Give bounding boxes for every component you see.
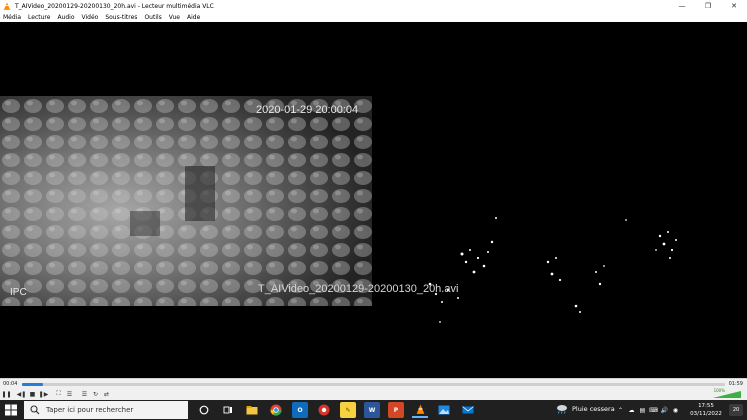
menu-subtitles[interactable]: Sous-titres	[105, 14, 137, 21]
playback-controls: 00:04 01:59 ❚❚ ◀❚ ■ ❚▶ ⛶ ☰ ☰ ↻ ⇄ 100%	[0, 378, 747, 400]
maximize-button[interactable]: ❐	[695, 0, 721, 12]
notification-center-button[interactable]: 20	[729, 404, 743, 416]
windows-start-icon[interactable]	[4, 404, 18, 416]
menu-bar: Média Lecture Audio Vidéo Sous-titres Ou…	[0, 12, 747, 22]
shuffle-icon: ⇄	[103, 390, 110, 398]
filename-overlay: T_AIVideo_20200129-20200130_20h.avi	[258, 283, 459, 295]
vlc-taskbar-icon[interactable]	[412, 402, 428, 418]
task-view-icon[interactable]	[220, 402, 236, 418]
powerpoint-icon[interactable]: P	[388, 402, 404, 418]
window-controls: — ❐ ✕	[669, 0, 747, 12]
stop-icon: ■	[29, 390, 36, 398]
fullscreen-button[interactable]: ⛶	[54, 390, 63, 399]
close-button[interactable]: ✕	[721, 0, 747, 12]
taskbar-apps: O ✎ W P	[196, 402, 484, 418]
pause-button[interactable]: ❚❚	[1, 390, 12, 399]
close-icon: ✕	[731, 2, 737, 10]
weather-widget[interactable]: Pluie cessera	[556, 404, 615, 414]
menu-help[interactable]: Aide	[187, 14, 200, 21]
speaker-icon[interactable]: 🔊	[660, 405, 669, 415]
rain-cloud-icon	[557, 405, 567, 414]
minimize-icon: —	[678, 2, 686, 10]
total-time: 01:59	[728, 381, 743, 387]
weather-text: Pluie cessera	[572, 405, 615, 413]
red-app-icon[interactable]	[316, 402, 332, 418]
notification-count: 20	[732, 407, 740, 413]
seek-progress	[22, 383, 44, 386]
chrome-icon[interactable]	[268, 402, 284, 418]
menu-tools[interactable]: Outils	[144, 14, 161, 21]
taskbar: Taper ici pour rechercher O ✎ W P Pluie …	[0, 400, 747, 420]
stop-button[interactable]: ■	[28, 390, 37, 399]
loop-icon: ↻	[92, 390, 99, 398]
word-icon[interactable]: W	[364, 402, 380, 418]
title-bar: T_AIVideo_20200129-20200130_20h.avi - Le…	[0, 0, 747, 12]
next-icon: ❚▶	[38, 390, 49, 398]
equalizer-icon: ☰	[66, 390, 73, 398]
window-title: T_AIVideo_20200129-20200130_20h.avi - Le…	[15, 2, 214, 10]
system-tray: ⌃ ☁ ▤ ⌨ 🔊 ◉	[616, 405, 682, 415]
search-placeholder: Taper ici pour rechercher	[46, 406, 134, 414]
clock-date: 03/11/2022	[690, 411, 722, 417]
previous-button[interactable]: ◀❚	[16, 390, 27, 399]
elapsed-time: 00:04	[3, 381, 18, 387]
taskbar-clock[interactable]: 17:55 03/11/2022	[686, 402, 726, 418]
vlc-cone-icon	[3, 2, 11, 10]
playlist-button[interactable]: ☰	[80, 390, 89, 399]
menu-media[interactable]: Média	[3, 14, 21, 21]
taskbar-search-box[interactable]: Taper ici pour rechercher	[24, 401, 188, 419]
seek-bar[interactable]	[22, 383, 725, 386]
network-icon[interactable]: ▤	[638, 405, 647, 415]
chevron-up-icon[interactable]: ⌃	[616, 405, 625, 415]
wifi-icon[interactable]: ◉	[671, 405, 680, 415]
playlist-icon: ☰	[81, 390, 88, 398]
pause-icon: ❚❚	[1, 390, 12, 398]
fullscreen-icon: ⛶	[56, 390, 61, 397]
outlook-icon[interactable]: O	[292, 402, 308, 418]
cloud-icon[interactable]: ☁	[627, 405, 636, 415]
extended-settings-button[interactable]: ☰	[65, 390, 74, 399]
cortana-icon[interactable]	[196, 402, 212, 418]
motion-specks	[428, 217, 677, 323]
menu-audio[interactable]: Audio	[57, 14, 74, 21]
photos-icon[interactable]	[436, 402, 452, 418]
clock-time: 17:55	[698, 403, 714, 409]
video-display[interactable]: 2020-01-29 20:00:04 IPC T_AIVideo_202001…	[0, 22, 747, 378]
sticky-notes-icon[interactable]: ✎	[340, 402, 356, 418]
maximize-icon: ❐	[704, 2, 712, 10]
menu-view[interactable]: Vue	[169, 14, 180, 21]
menu-video[interactable]: Vidéo	[82, 14, 99, 21]
search-icon	[30, 405, 40, 415]
mail-icon[interactable]	[460, 402, 476, 418]
control-buttons: ❚❚ ◀❚ ■ ❚▶ ⛶ ☰ ☰ ↻ ⇄	[1, 389, 113, 399]
menu-lecture[interactable]: Lecture	[28, 14, 50, 21]
minimize-button[interactable]: —	[669, 0, 695, 12]
loop-button[interactable]: ↻	[91, 390, 100, 399]
volume-slider[interactable]	[713, 391, 741, 398]
keyboard-icon[interactable]: ⌨	[649, 405, 658, 415]
shuffle-button[interactable]: ⇄	[102, 390, 111, 399]
next-button[interactable]: ❚▶	[38, 390, 49, 399]
file-explorer-icon[interactable]	[244, 402, 260, 418]
previous-icon: ◀❚	[16, 390, 27, 398]
